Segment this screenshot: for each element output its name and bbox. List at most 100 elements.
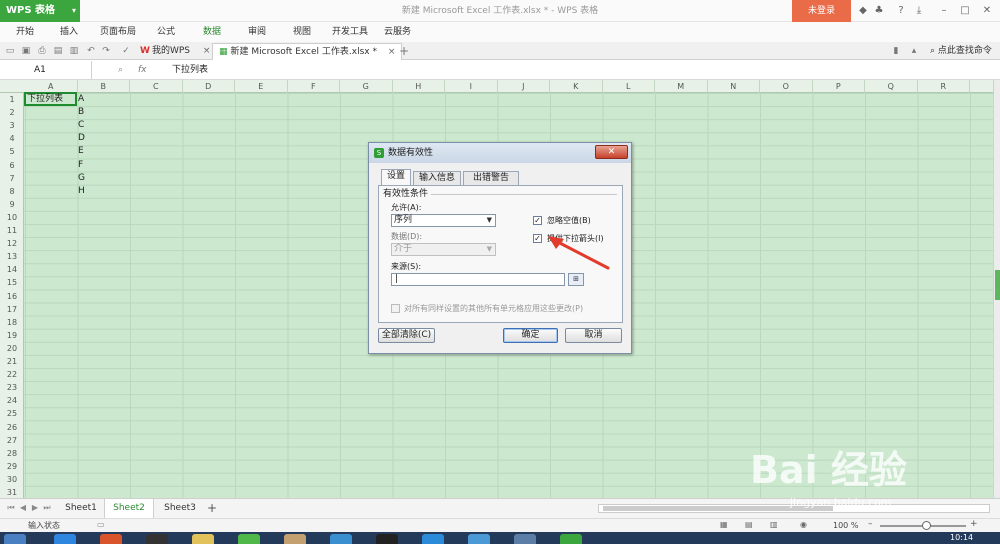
source-input[interactable]: | xyxy=(391,273,565,286)
maximize-icon[interactable]: □ xyxy=(958,4,972,18)
clear-all-button[interactable]: 全部清除(C) xyxy=(378,328,435,343)
taskbar-app-icon[interactable] xyxy=(100,534,122,544)
ignore-blank-label[interactable]: 忽略空值(B) xyxy=(547,216,591,226)
search-icon[interactable]: ⌕ xyxy=(118,60,123,80)
row-header[interactable]: 18 xyxy=(0,316,24,329)
taskbar-app-icon[interactable] xyxy=(192,534,214,544)
minimize-icon[interactable]: – xyxy=(937,4,951,18)
macro-icon[interactable]: ▭ xyxy=(97,520,105,529)
formula-input[interactable]: 下拉列表 xyxy=(164,61,994,79)
fx-icon[interactable]: fx xyxy=(138,60,147,80)
column-header[interactable]: D xyxy=(183,80,235,93)
taskbar-app-icon[interactable] xyxy=(376,534,398,544)
row-header[interactable]: 1 xyxy=(0,93,24,106)
row-header[interactable]: 19 xyxy=(0,329,24,342)
taskbar-app-icon[interactable] xyxy=(560,534,582,544)
first-sheet-icon[interactable]: ⏮ xyxy=(6,502,16,514)
row-header[interactable]: 12 xyxy=(0,237,24,250)
column-header[interactable]: C xyxy=(130,80,183,93)
column-header[interactable]: E xyxy=(235,80,288,93)
column-header[interactable]: Q xyxy=(865,80,918,93)
dialog-title-bar[interactable]: S 数据有效性 ✕ xyxy=(369,143,631,163)
close-icon[interactable]: × xyxy=(388,47,396,57)
add-sheet-icon[interactable]: + xyxy=(207,499,217,518)
cell-b1[interactable]: A xyxy=(77,93,84,106)
search-command[interactable]: ⌕ 点此查找命令 xyxy=(930,42,992,60)
sheet-tab-3[interactable]: Sheet3 xyxy=(158,499,202,518)
open-icon[interactable]: ▭ xyxy=(4,45,16,57)
row-header[interactable]: 6 xyxy=(0,159,24,172)
row-header[interactable]: 16 xyxy=(0,290,24,303)
format-icon[interactable]: ▥ xyxy=(68,45,80,57)
column-header[interactable]: J xyxy=(498,80,550,93)
row-header[interactable]: 30 xyxy=(0,473,24,486)
taskbar-app-icon[interactable] xyxy=(146,534,168,544)
cell-a1[interactable]: 下拉列表 xyxy=(24,92,77,106)
page-break-icon[interactable]: ▥ xyxy=(770,520,778,529)
tab-input-message[interactable]: 输入信息 xyxy=(413,171,461,185)
taskbar-app-icon[interactable] xyxy=(422,534,444,544)
menu-home[interactable]: 开始 xyxy=(16,22,34,42)
cell-b3[interactable]: C xyxy=(77,119,84,132)
last-sheet-icon[interactable]: ⏭ xyxy=(42,502,52,514)
new-tab-icon[interactable]: + xyxy=(398,45,410,57)
taskbar-app-icon[interactable] xyxy=(468,534,490,544)
sheet-tab-1[interactable]: Sheet1 xyxy=(60,499,102,518)
download-icon[interactable]: ⤓ xyxy=(912,4,926,18)
cell-b5[interactable]: E xyxy=(77,145,84,158)
ignore-blank-checkbox[interactable]: ✓ xyxy=(533,216,542,225)
column-header[interactable]: G xyxy=(340,80,393,93)
menu-insert[interactable]: 插入 xyxy=(60,22,78,42)
scrollbar-thumb[interactable] xyxy=(995,270,1000,300)
row-header[interactable]: 23 xyxy=(0,381,24,394)
column-header[interactable]: P xyxy=(813,80,865,93)
menu-review[interactable]: 审阅 xyxy=(248,22,266,42)
pin-icon[interactable]: ✓ xyxy=(120,45,132,57)
row-header[interactable]: 25 xyxy=(0,407,24,420)
row-header[interactable]: 28 xyxy=(0,447,24,460)
row-header[interactable]: 10 xyxy=(0,211,24,224)
taskbar-app-icon[interactable] xyxy=(54,534,76,544)
row-header[interactable]: 14 xyxy=(0,263,24,276)
row-header[interactable]: 11 xyxy=(0,224,24,237)
page-view-icon[interactable]: ▤ xyxy=(745,520,753,529)
sheet-tab-2[interactable]: Sheet2 xyxy=(104,499,154,518)
column-header[interactable]: K xyxy=(550,80,603,93)
menu-data[interactable]: 数据 xyxy=(203,22,221,42)
name-box[interactable]: A1 xyxy=(0,61,92,79)
tab-error-alert[interactable]: 出错警告 xyxy=(463,171,519,185)
taskbar-app-icon[interactable] xyxy=(284,534,306,544)
tab-document[interactable]: ▦ 新建 Microsoft Excel 工作表.xlsx * × xyxy=(212,43,403,60)
allow-select[interactable]: 序列 ▼ xyxy=(391,214,496,227)
close-icon[interactable]: × xyxy=(203,46,211,56)
menu-cloud[interactable]: 云服务 xyxy=(384,22,411,42)
close-icon[interactable]: ✕ xyxy=(980,4,994,18)
next-sheet-icon[interactable]: ▶ xyxy=(30,502,40,514)
row-header[interactable]: 8 xyxy=(0,185,24,198)
skin-icon[interactable]: ♣ xyxy=(872,4,886,18)
preview-icon[interactable]: ▤ xyxy=(52,45,64,57)
row-header[interactable]: 7 xyxy=(0,172,24,185)
taskbar-app-icon[interactable] xyxy=(330,534,352,544)
row-header[interactable]: 22 xyxy=(0,368,24,381)
column-header[interactable]: B xyxy=(78,80,130,93)
zoom-out-icon[interactable]: – xyxy=(868,519,873,529)
row-header[interactable]: 27 xyxy=(0,434,24,447)
zoom-level[interactable]: 100 % xyxy=(833,519,858,533)
row-header[interactable]: 2 xyxy=(0,106,24,119)
taskbar-app-icon[interactable] xyxy=(514,534,536,544)
row-header[interactable]: 5 xyxy=(0,145,24,158)
print-icon[interactable]: ⎙ xyxy=(36,45,48,57)
menu-view[interactable]: 视图 xyxy=(293,22,311,42)
column-header[interactable]: F xyxy=(288,80,340,93)
zoom-slider-knob[interactable] xyxy=(922,521,931,530)
taskbar-app-icon[interactable] xyxy=(238,534,260,544)
column-header[interactable]: O xyxy=(760,80,813,93)
cell-b4[interactable]: D xyxy=(77,132,85,145)
bookmark-icon[interactable]: ▮ xyxy=(890,45,902,57)
row-header[interactable]: 26 xyxy=(0,421,24,434)
zoom-in-icon[interactable]: + xyxy=(970,519,978,529)
column-header[interactable]: L xyxy=(603,80,655,93)
column-header[interactable]: R xyxy=(918,80,970,93)
start-icon[interactable] xyxy=(4,534,26,544)
